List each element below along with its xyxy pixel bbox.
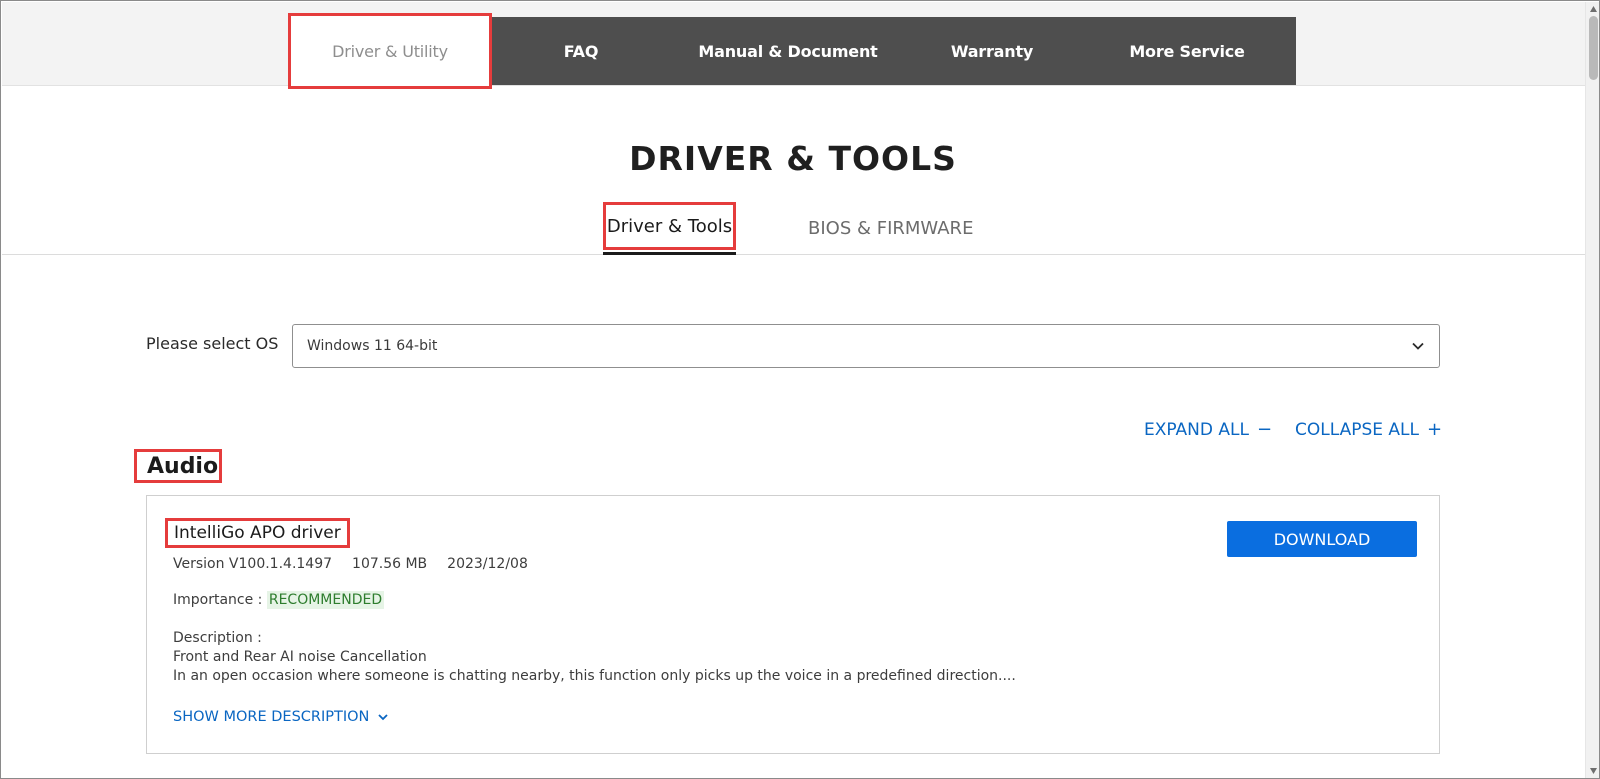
chevron-down-icon bbox=[378, 714, 389, 721]
chevron-down-icon bbox=[1412, 342, 1424, 350]
os-select-label: Please select OS bbox=[146, 334, 279, 353]
tab-warranty[interactable]: Warranty bbox=[906, 17, 1078, 85]
driver-name: IntelliGo APO driver bbox=[165, 518, 350, 548]
expand-all-label: EXPAND ALL bbox=[1144, 419, 1249, 440]
sub-tabs: Driver & Tools BIOS & FIRMWARE bbox=[2, 201, 1585, 255]
tab-manual-document-label: Manual & Document bbox=[698, 41, 878, 61]
tab-faq-label: FAQ bbox=[563, 41, 599, 61]
scroll-down-arrow-icon[interactable] bbox=[1589, 767, 1598, 775]
os-select[interactable]: Windows 11 64-bit bbox=[292, 324, 1440, 368]
subtab-driver-tools[interactable]: Driver & Tools bbox=[603, 201, 736, 255]
description-line-1: Front and Rear AI noise Cancellation bbox=[173, 649, 427, 665]
show-more-description-link[interactable]: SHOW MORE DESCRIPTION bbox=[173, 709, 389, 725]
collapse-all-label: COLLAPSE ALL bbox=[1295, 419, 1419, 440]
importance-badge: RECOMMENDED bbox=[266, 591, 385, 609]
driver-size: 107.56 MB bbox=[352, 556, 428, 572]
vertical-scrollbar[interactable] bbox=[1585, 2, 1599, 778]
subtab-bios-firmware-label: BIOS & FIRMWARE bbox=[808, 217, 974, 239]
collapse-all-link[interactable]: COLLAPSE ALL + bbox=[1295, 419, 1442, 440]
driver-card: IntelliGo APO driver Version V100.1.4.14… bbox=[146, 495, 1440, 754]
driver-meta: Version V100.1.4.1497 107.56 MB 2023/12/… bbox=[173, 556, 528, 572]
scroll-up-arrow-icon[interactable] bbox=[1589, 5, 1598, 13]
expand-all-link[interactable]: EXPAND ALL − bbox=[1144, 419, 1272, 440]
section-heading-label: Audio bbox=[147, 453, 219, 479]
browser-viewport: Driver & Utility FAQ Manual & Document W… bbox=[0, 0, 1600, 779]
importance-label: Importance : bbox=[173, 592, 263, 608]
driver-version: Version V100.1.4.1497 bbox=[173, 556, 333, 572]
driver-name-text: IntelliGo APO driver bbox=[174, 523, 341, 543]
driver-date: 2023/12/08 bbox=[447, 556, 528, 572]
highlight-box bbox=[603, 202, 736, 250]
show-more-label: SHOW MORE DESCRIPTION bbox=[173, 709, 370, 725]
plus-icon: + bbox=[1426, 419, 1443, 440]
tab-manual-document[interactable]: Manual & Document bbox=[670, 17, 906, 85]
download-button[interactable]: DOWNLOAD bbox=[1227, 521, 1417, 557]
subtab-bios-firmware[interactable]: BIOS & FIRMWARE bbox=[808, 201, 973, 255]
tab-warranty-label: Warranty bbox=[950, 41, 1034, 61]
tab-driver-utility[interactable]: Driver & Utility bbox=[288, 13, 492, 89]
minus-icon: − bbox=[1256, 419, 1273, 440]
tab-faq[interactable]: FAQ bbox=[492, 17, 670, 85]
tab-more-service-label: More Service bbox=[1129, 41, 1245, 61]
driver-importance: Importance : RECOMMENDED bbox=[173, 591, 385, 609]
section-heading-audio: Audio bbox=[134, 449, 222, 483]
scrollbar-thumb[interactable] bbox=[1589, 16, 1598, 80]
page-title: DRIVER & TOOLS bbox=[629, 139, 957, 178]
description-line-2: In an open occasion where someone is cha… bbox=[173, 668, 1016, 684]
service-nav: Driver & Utility FAQ Manual & Document W… bbox=[288, 13, 1296, 89]
description-label: Description : bbox=[173, 630, 262, 646]
tab-driver-utility-label: Driver & Utility bbox=[332, 41, 448, 61]
tab-more-service[interactable]: More Service bbox=[1078, 17, 1296, 85]
os-select-value: Windows 11 64-bit bbox=[307, 338, 438, 354]
